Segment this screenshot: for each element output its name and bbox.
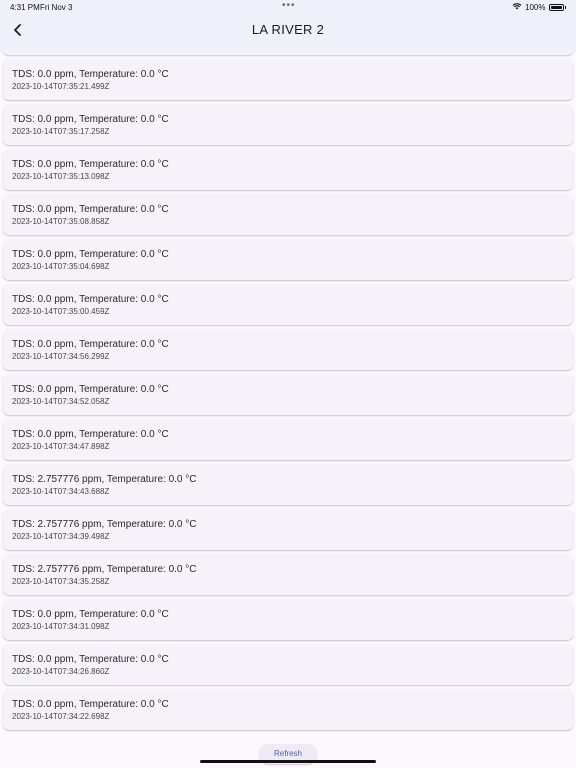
reading-summary: TDS: 2.757776 ppm, Temperature: 0.0 °C — [12, 564, 197, 575]
app-bar: LA RIVER 2 — [0, 14, 576, 52]
reading-timestamp: 2023-10-14T07:34:31.098Z — [12, 622, 110, 631]
battery-tip — [564, 5, 566, 9]
reading-timestamp: 2023-10-14T07:35:00.459Z — [12, 307, 110, 316]
reading-summary: TDS: 0.0 ppm, Temperature: 0.0 °C — [12, 159, 169, 170]
list-item[interactable]: TDS: 2.757776 ppm, Temperature: 0.0 °C 20… — [3, 464, 573, 505]
reading-summary: TDS: 0.0 ppm, Temperature: 0.0 °C — [12, 699, 169, 710]
list-item[interactable]: TDS: 0.0 ppm, Temperature: 0.0 °C 2023-10… — [3, 374, 573, 415]
reading-summary: TDS: 0.0 ppm, Temperature: 0.0 °C — [12, 654, 169, 665]
list-item[interactable]: TDS: 0.0 ppm, Temperature: 0.0 °C 2023-10… — [3, 194, 573, 235]
reading-timestamp: 2023-10-14T07:35:04.698Z — [12, 262, 110, 271]
list-item[interactable]: TDS: 0.0 ppm, Temperature: 0.0 °C 2023-10… — [3, 59, 573, 100]
list-item[interactable]: TDS: 2.757776 ppm, Temperature: 0.0 °C 20… — [3, 554, 573, 595]
list-item[interactable]: TDS: 0.0 ppm, Temperature: 0.0 °C 2023-10… — [3, 239, 573, 280]
list-item[interactable]: TDS: 0.0 ppm, Temperature: 0.0 °C 2023-10… — [3, 329, 573, 370]
list-item[interactable]: TDS: 0.0 ppm, Temperature: 0.0 °C 2023-10… — [3, 689, 573, 730]
status-bar: 4:31 PM Fri Nov 3 ••• 100% — [0, 0, 576, 14]
status-time: 4:31 PM — [10, 3, 40, 12]
reading-summary: TDS: 0.0 ppm, Temperature: 0.0 °C — [12, 429, 169, 440]
reading-summary: TDS: 0.0 ppm, Temperature: 0.0 °C — [12, 114, 169, 125]
list-item[interactable]: TDS: 0.0 ppm, Temperature: 0.0 °C 2023-10… — [3, 149, 573, 190]
reading-timestamp: 2023-10-14T07:34:22.698Z — [12, 712, 110, 721]
list-item[interactable]: TDS: 0.0 ppm, Temperature: 0.0 °C 2023-10… — [3, 419, 573, 460]
list-item-partial[interactable] — [3, 52, 573, 55]
list-item[interactable]: TDS: 0.0 ppm, Temperature: 0.0 °C 2023-10… — [3, 644, 573, 685]
reading-timestamp: 2023-10-14T07:34:35.258Z — [12, 577, 110, 586]
status-indicators: 100% — [512, 2, 566, 12]
reading-summary: TDS: 0.0 ppm, Temperature: 0.0 °C — [12, 339, 169, 350]
list-item[interactable]: TDS: 0.0 ppm, Temperature: 0.0 °C 2023-10… — [3, 104, 573, 145]
reading-summary: TDS: 2.757776 ppm, Temperature: 0.0 °C — [12, 519, 197, 530]
page-title: LA RIVER 2 — [251, 22, 325, 37]
reading-timestamp: 2023-10-14T07:35:08.858Z — [12, 217, 110, 226]
reading-summary: TDS: 0.0 ppm, Temperature: 0.0 °C — [12, 609, 169, 620]
reading-summary: TDS: 0.0 ppm, Temperature: 0.0 °C — [12, 384, 169, 395]
reading-timestamp: 2023-10-14T07:34:47.898Z — [12, 442, 110, 451]
battery-percent: 100% — [525, 2, 546, 12]
readings-list[interactable]: TDS: 0.0 ppm, Temperature: 0.0 °C 2023-10… — [0, 52, 576, 732]
reading-timestamp: 2023-10-14T07:34:43.688Z — [12, 487, 110, 496]
list-item[interactable]: TDS: 0.0 ppm, Temperature: 0.0 °C 2023-10… — [3, 599, 573, 640]
list-item[interactable]: TDS: 0.0 ppm, Temperature: 0.0 °C 2023-10… — [3, 284, 573, 325]
battery-icon — [548, 3, 564, 11]
reading-summary: TDS: 0.0 ppm, Temperature: 0.0 °C — [12, 204, 169, 215]
wifi-icon — [512, 2, 522, 12]
multitasking-dots-icon[interactable]: ••• — [282, 0, 296, 11]
reading-timestamp: 2023-10-14T07:35:13.098Z — [12, 172, 110, 181]
reading-timestamp: 2023-10-14T07:34:56.299Z — [12, 352, 110, 361]
reading-timestamp: 2023-10-14T07:34:52.058Z — [12, 397, 110, 406]
reading-summary: TDS: 2.757776 ppm, Temperature: 0.0 °C — [12, 474, 197, 485]
status-date: Fri Nov 3 — [40, 3, 73, 12]
reading-timestamp: 2023-10-14T07:34:39.498Z — [12, 532, 110, 541]
reading-timestamp: 2023-10-14T07:34:26.860Z — [12, 667, 110, 676]
reading-summary: TDS: 0.0 ppm, Temperature: 0.0 °C — [12, 249, 169, 260]
home-indicator — [200, 760, 376, 763]
reading-summary: TDS: 0.0 ppm, Temperature: 0.0 °C — [12, 69, 169, 80]
list-item[interactable]: TDS: 2.757776 ppm, Temperature: 0.0 °C 20… — [3, 509, 573, 550]
reading-timestamp: 2023-10-14T07:35:17.258Z — [12, 127, 110, 136]
reading-summary: TDS: 0.0 ppm, Temperature: 0.0 °C — [12, 294, 169, 305]
reading-timestamp: 2023-10-14T07:35:21.499Z — [12, 82, 110, 91]
